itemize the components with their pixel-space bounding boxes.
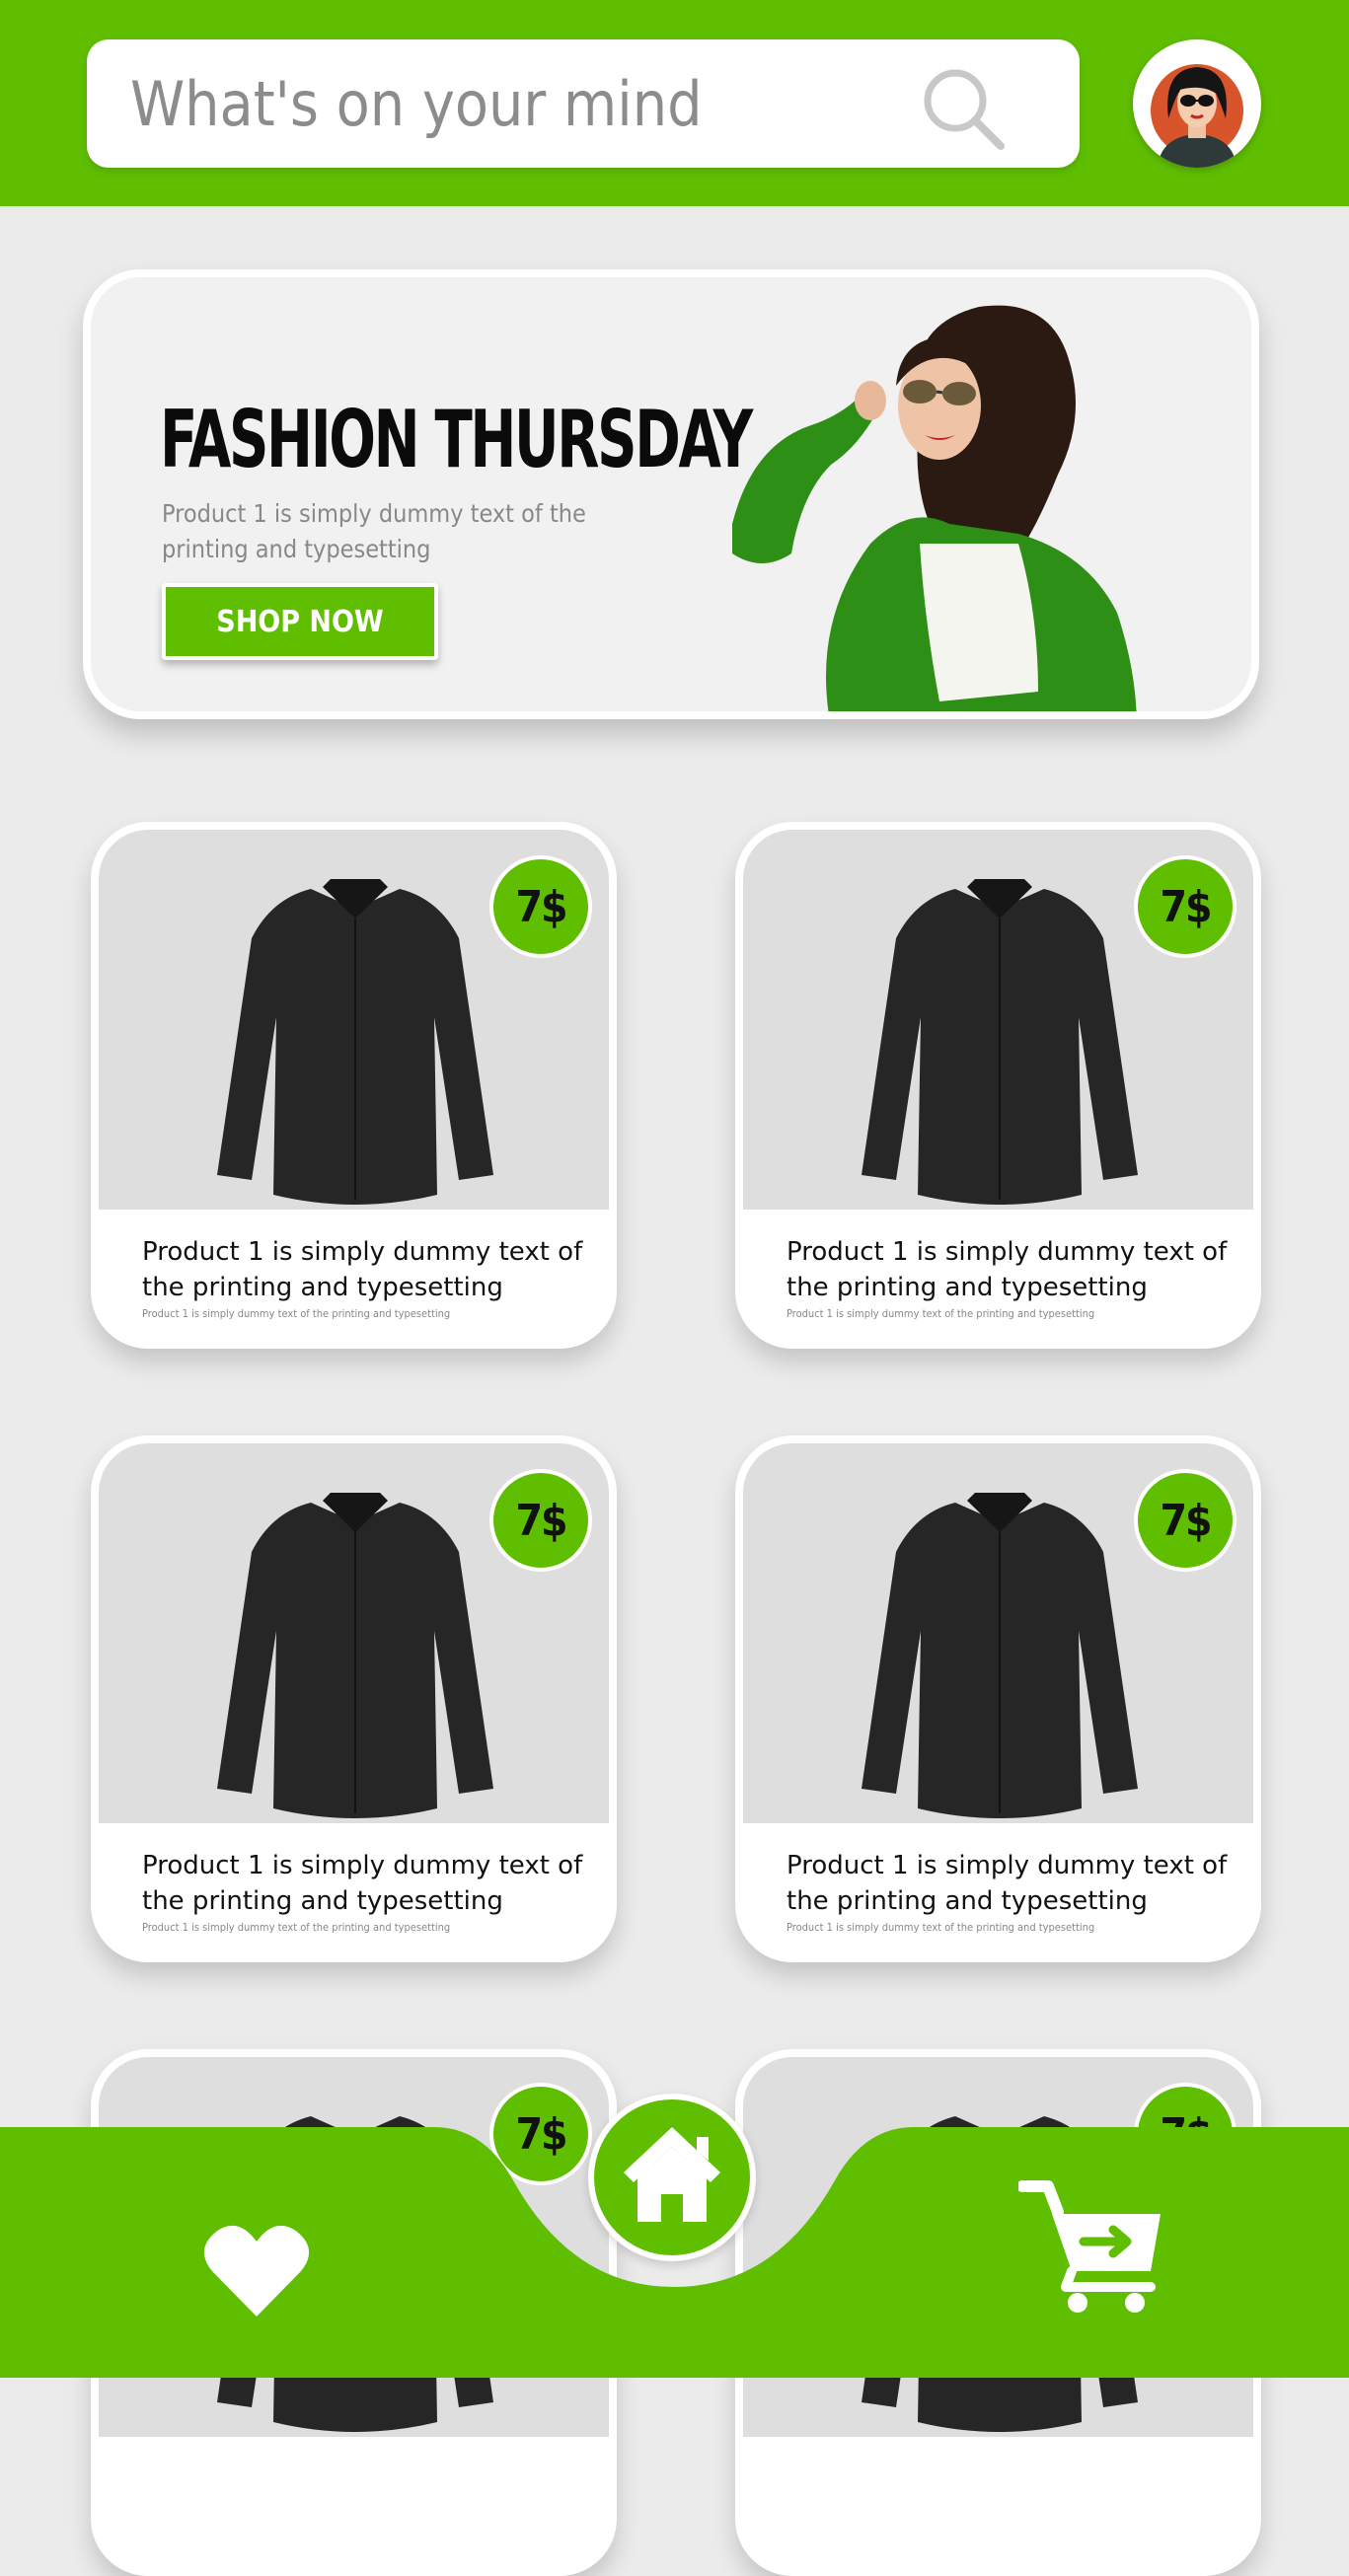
banner-description: Product 1 is simply dummy text of the pr… xyxy=(162,499,586,563)
product-image: 7$ xyxy=(99,1443,609,1823)
product-subtitle: Product 1 is simply dummy text of the pr… xyxy=(142,1921,451,1934)
product-title: Product 1 is simply dummy text of the pr… xyxy=(142,1237,583,1302)
product-title: Product 1 is simply dummy text of the pr… xyxy=(787,1237,1228,1302)
search-input[interactable] xyxy=(130,39,959,168)
product-card[interactable]: 7$ Product 1 is simply dummy text of the… xyxy=(735,822,1261,1349)
product-subtitle: Product 1 is simply dummy text of the pr… xyxy=(787,1921,1095,1934)
product-card[interactable]: 7$ Product 1 is simply dummy text of the… xyxy=(91,1435,617,1962)
banner-model-image xyxy=(732,305,1137,711)
product-card[interactable]: 7$ Product 1 is simply dummy text of the… xyxy=(91,822,617,1349)
product-image: 7$ xyxy=(743,1443,1253,1823)
home-button[interactable] xyxy=(588,2094,756,2261)
product-title: Product 1 is simply dummy text of the pr… xyxy=(787,1851,1228,1916)
search-icon[interactable] xyxy=(914,59,1012,158)
product-image: 7$ xyxy=(99,830,609,1210)
avatar[interactable] xyxy=(1133,39,1261,168)
cart-icon[interactable] xyxy=(1018,2176,1166,2315)
product-subtitle: Product 1 is simply dummy text of the pr… xyxy=(142,1307,451,1320)
price-badge: 7$ xyxy=(489,1469,592,1572)
promo-banner: FASHION THURSDAY Product 1 is simply dum… xyxy=(83,269,1259,719)
product-card[interactable]: 7$ Product 1 is simply dummy text of the… xyxy=(735,1435,1261,1962)
price-badge: 7$ xyxy=(1134,855,1237,958)
price-badge: 7$ xyxy=(489,855,592,958)
top-bar xyxy=(0,0,1349,206)
shirt-image xyxy=(862,879,1138,1205)
shop-now-button[interactable]: SHOP NOW xyxy=(162,583,438,660)
product-title: Product 1 is simply dummy text of the pr… xyxy=(142,1851,583,1916)
shirt-image xyxy=(217,879,493,1205)
product-image: 7$ xyxy=(743,830,1253,1210)
shirt-image xyxy=(217,1493,493,1818)
price-badge: 7$ xyxy=(1134,1469,1237,1572)
avatar-image xyxy=(1138,44,1256,168)
shirt-image xyxy=(862,1493,1138,1818)
product-subtitle: Product 1 is simply dummy text of the pr… xyxy=(787,1307,1095,1320)
banner-title: FASHION THURSDAY xyxy=(160,394,753,485)
heart-icon[interactable] xyxy=(202,2222,311,2320)
home-icon xyxy=(624,2127,720,2222)
search-bar[interactable] xyxy=(87,39,1080,168)
